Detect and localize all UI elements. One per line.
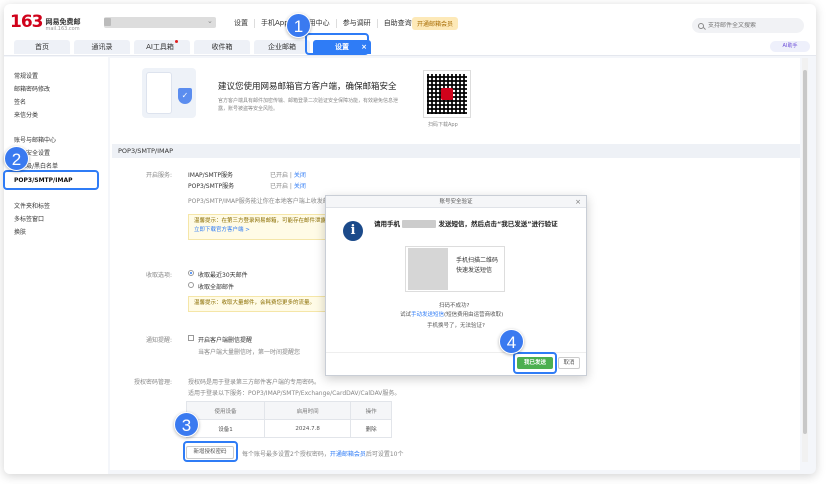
sidebar-item-skin[interactable]: 换肤 <box>14 227 26 236</box>
new-dot-icon <box>174 40 178 43</box>
download-client-link[interactable]: 立即下载官方客户端 > <box>194 226 320 235</box>
table-header-device: 使用设备 <box>186 401 265 420</box>
services-note: POP3/SMTP/IMAP服务能让你在本地客户端上收发邮件 <box>188 198 335 205</box>
sidebar-item-account-center[interactable]: 账号与邮箱中心 <box>14 135 56 144</box>
auth-line-2: 适用于登录以下服务：POP3/IMAP/SMTP/Exchange/CardDA… <box>188 390 401 397</box>
qr-logo-icon <box>441 88 453 100</box>
callout-highlight-new-password <box>183 441 238 462</box>
delete-reminder-desc: 当客户端大量删信时，第一时间提醒您 <box>198 349 301 356</box>
receive-all-label: 收取全部邮件 <box>198 284 235 291</box>
chevron-down-icon[interactable]: ⌄ <box>207 17 213 25</box>
receive-label: 收取选项: <box>146 272 173 279</box>
delete-reminder-checkbox[interactable] <box>188 335 194 341</box>
receive-all-radio[interactable] <box>188 282 194 288</box>
services-tip: 温馨提示：在第三方登录网易邮箱，可能存在邮件泄露风险，甚至危害 立即下载官方客户… <box>188 214 326 240</box>
auth-password-table: 使用设备 启用时间 操作 设备1 2024.7.8 删除 <box>186 401 392 438</box>
close-icon[interactable]: × <box>575 196 581 208</box>
tab-bar: 首页 通讯录 AI工具箱 收件箱 企业邮箱 设置 × <box>4 38 816 56</box>
manual-sms-line: 试试手动发送短信(短信费用由运营商收取) <box>400 312 504 318</box>
dialog-message: 请用手机 发送短信，然后点击“我已发送”进行验证 <box>374 220 558 228</box>
callout-number-2: 2 <box>4 146 29 171</box>
delete-reminder-label: 开启客户端删信提醒 <box>198 337 253 344</box>
security-verify-dialog: 账号安全验证 × i 请用手机 发送短信，然后点击“我已发送”进行验证 手机扫描… <box>325 195 587 376</box>
settings-sidebar: 常规设置 邮箱密码修改 签名 来信分类 账号与邮箱中心 邮箱安全设置 反垃圾/黑… <box>4 57 108 474</box>
tab-enterprise-mail[interactable]: 企业邮箱 <box>254 40 310 54</box>
service-imap-status: 已开启 | 关闭 <box>270 172 306 179</box>
dialog-title: 账号安全验证 <box>326 196 586 208</box>
services-label: 开启服务: <box>146 172 173 179</box>
sidebar-item-general[interactable]: 常规设置 <box>14 71 38 80</box>
vip-badge[interactable]: 开通邮箱会员 <box>412 17 459 30</box>
auth-label: 授权密码管理: <box>134 379 173 386</box>
tab-contacts[interactable]: 通讯录 <box>74 40 130 54</box>
table-header-row: 使用设备 启用时间 操作 <box>186 401 392 420</box>
service-imap-close-link[interactable]: 关闭 <box>294 172 306 179</box>
callout-number-3: 3 <box>174 412 199 437</box>
phone-illustration <box>146 72 172 114</box>
tab-ai-toolbox[interactable]: AI工具箱 <box>134 40 190 54</box>
receive-30-days-label: 收取最近30天邮件 <box>198 272 248 279</box>
masked-phone-number <box>402 220 437 228</box>
top-bar: 163 网易免费邮 mail.163.com ⌄ 设置 手机App 应用中心 参… <box>4 4 816 38</box>
vip-link[interactable]: 开通邮箱会员 <box>330 451 366 458</box>
service-pop3-status: 已开启 | 关闭 <box>270 183 306 190</box>
dialog-cancel-button[interactable]: 取消 <box>558 357 580 369</box>
banner-description: 官方客户端具有邮件加密传输、邮箱登录二次验证安全保障功能，有效避免信息泄露，账号… <box>218 98 399 112</box>
account-switcher[interactable] <box>104 17 216 28</box>
table-cell-date: 2024.7.8 <box>263 419 352 438</box>
topnav-settings[interactable]: 设置 <box>228 19 254 28</box>
sidebar-item-folders[interactable]: 文件夹和标签 <box>14 201 50 210</box>
mail-account-icon <box>104 18 111 26</box>
callout-number-1: 1 <box>286 13 311 38</box>
top-nav: 设置 手机App 应用中心 参与调研 自助查询 <box>228 19 418 28</box>
service-pop3-close-link[interactable]: 关闭 <box>294 183 306 190</box>
tab-inbox[interactable]: 收件箱 <box>194 40 250 54</box>
logo-number: 163 <box>10 12 43 32</box>
table-row: 设备1 2024.7.8 删除 <box>186 419 392 438</box>
delete-password-link[interactable]: 删除 <box>350 419 392 438</box>
table-header-action: 操作 <box>350 401 392 420</box>
callout-highlight-pop3-item <box>3 170 99 190</box>
sidebar-item-signature[interactable]: 签名 <box>14 97 26 106</box>
sms-qr-code <box>408 248 448 290</box>
callout-highlight-settings-tab <box>305 33 369 55</box>
sidebar-item-mail-rules[interactable]: 来信分类 <box>14 110 38 119</box>
qr-instructions: 手机扫描二维码 快速发送短信 <box>456 257 499 274</box>
search-box[interactable] <box>692 18 804 33</box>
search-input[interactable] <box>708 22 798 29</box>
shield-check-icon: ✓ <box>178 88 192 104</box>
auth-line-1: 授权码是用于登录第三方邮件客户端的专用密码。 <box>188 379 321 386</box>
banner-title: 建议您使用网易邮箱官方客户端，确保邮箱安全 <box>218 82 397 92</box>
search-icon <box>698 22 704 29</box>
scan-fail-text: 扫码不成功? <box>439 303 470 309</box>
info-icon: i <box>343 221 363 241</box>
notify-label: 通知提醒: <box>146 337 173 344</box>
receive-tip: 温馨提示：收取大量邮件，会耗费您更多的流量。 <box>188 296 326 312</box>
phone-changed-link[interactable]: 手机换号了，无法验证? <box>427 321 485 329</box>
logo[interactable]: 163 网易免费邮 mail.163.com <box>10 12 81 32</box>
scrollbar-thumb[interactable] <box>803 70 807 434</box>
sidebar-item-password[interactable]: 邮箱密码修改 <box>14 84 50 93</box>
sidebar-item-multi-tab[interactable]: 多标签窗口 <box>14 214 44 223</box>
section-title: POP3/SMTP/IMAP <box>112 144 800 158</box>
tab-home[interactable]: 首页 <box>14 40 70 54</box>
topnav-survey[interactable]: 参与调研 <box>335 19 377 28</box>
service-imap-name: IMAP/SMTP服务 <box>188 172 233 179</box>
callout-highlight-sent-button <box>513 352 557 374</box>
auth-footer: 每个账号最多设置2个授权密码，开通邮箱会员后可设置10个 <box>242 451 404 458</box>
logo-domain: mail.163.com <box>45 25 80 32</box>
qr-caption: 扫码下载App <box>428 122 458 128</box>
callout-number-4: 4 <box>499 329 524 354</box>
receive-30-days-radio[interactable] <box>188 270 194 276</box>
ai-assistant-button[interactable]: AI助手 <box>770 41 810 52</box>
table-header-date: 启用时间 <box>263 401 352 420</box>
manual-sms-link[interactable]: 手动发送短信 <box>411 312 444 318</box>
service-pop3-name: POP3/SMTP服务 <box>188 183 235 190</box>
